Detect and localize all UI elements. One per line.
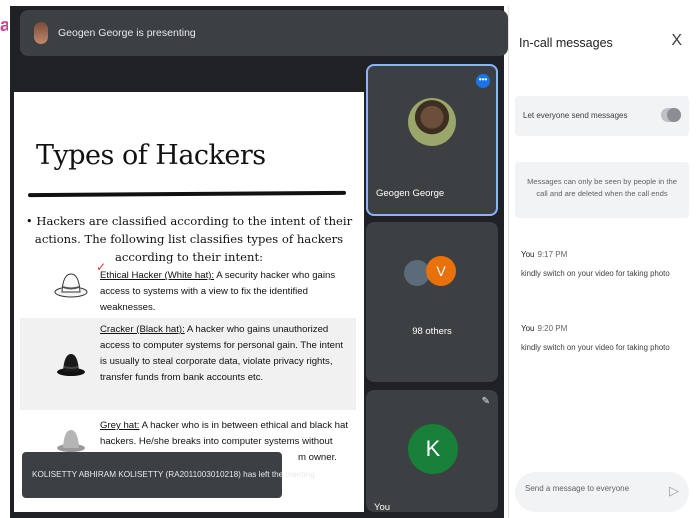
grey-hat-icon bbox=[57, 430, 85, 452]
panel-title: In-call messages bbox=[519, 36, 613, 50]
presenter-bar[interactable]: Geogen George is presenting bbox=[20, 10, 508, 56]
self-initial-avatar: K bbox=[408, 424, 458, 474]
toggle-knob bbox=[667, 108, 681, 122]
hacker-item-white-hat: ✓ Ethical Hacker (White hat): A security… bbox=[20, 260, 356, 318]
pin-icon[interactable]: ✎ bbox=[482, 396, 490, 407]
message-header: You 9:20 PM bbox=[521, 324, 689, 333]
chat-message: You 9:17 PM kindly switch on your video f… bbox=[521, 250, 689, 278]
slide-divider bbox=[28, 190, 346, 198]
allow-messages-row: Let everyone send messages bbox=[515, 96, 689, 136]
edge-fragment: a bbox=[0, 15, 8, 35]
hacker-item-name: Grey hat: bbox=[100, 420, 140, 431]
presentation-slide: Types of Hackers • Hackers are classifie… bbox=[14, 92, 364, 512]
presenter-label: Geogen George is presenting bbox=[58, 27, 196, 39]
participant-tile-others[interactable]: V 98 others bbox=[366, 222, 498, 382]
allow-messages-label: Let everyone send messages bbox=[523, 111, 628, 120]
hacker-item-black-hat: Cracker (Black hat): A hacker who gains … bbox=[20, 318, 356, 410]
allow-messages-toggle[interactable] bbox=[661, 108, 681, 122]
slide-title: Types of Hackers bbox=[36, 140, 266, 171]
participant-initial-avatar: V bbox=[426, 256, 456, 286]
chat-message: You 9:20 PM kindly switch on your video f… bbox=[521, 324, 689, 352]
message-time: 9:17 PM bbox=[537, 250, 568, 259]
message-composer: ▷ bbox=[515, 472, 689, 512]
participant-avatar bbox=[408, 98, 456, 146]
self-name: You bbox=[374, 502, 391, 512]
close-button[interactable]: X bbox=[671, 32, 682, 50]
message-time: 9:20 PM bbox=[537, 324, 568, 333]
message-text: kindly switch on your video for taking p… bbox=[521, 269, 670, 278]
chat-panel: In-call messages X Let everyone send mes… bbox=[508, 6, 694, 518]
others-count: 98 others bbox=[412, 326, 452, 337]
participant-name: Geogen George bbox=[376, 188, 445, 199]
message-text: kindly switch on your video for taking p… bbox=[521, 343, 670, 352]
chat-info-notice: Messages can only be seen by people in t… bbox=[515, 162, 689, 218]
presenter-avatar bbox=[34, 22, 48, 44]
hacker-item-name: Ethical Hacker (White hat): bbox=[100, 270, 215, 281]
message-sender: You bbox=[521, 324, 535, 333]
send-icon[interactable]: ▷ bbox=[669, 483, 679, 499]
message-header: You 9:17 PM bbox=[521, 250, 689, 259]
participant-tile-self[interactable]: ✎ K You bbox=[366, 390, 498, 512]
black-hat-icon bbox=[57, 354, 85, 376]
left-meeting-toast: KOLISETTY ABHIRAM KOLISETTY (RA201100301… bbox=[22, 452, 315, 498]
hacker-item-text: Ethical Hacker (White hat): A security h… bbox=[100, 268, 350, 316]
white-hat-icon bbox=[54, 273, 88, 298]
participant-tile-presenter[interactable]: ••• Geogen George bbox=[366, 64, 498, 216]
slide-intro: • Hackers are classified according to th… bbox=[25, 214, 353, 264]
message-sender: You bbox=[521, 250, 535, 259]
hacker-item-text: Cracker (Black hat): A hacker who gains … bbox=[100, 322, 350, 386]
hacker-item-tail: m owner. bbox=[298, 452, 337, 463]
hacker-item-name: Cracker (Black hat): bbox=[100, 324, 185, 335]
message-input[interactable] bbox=[525, 484, 655, 493]
more-vert-icon[interactable]: ••• bbox=[476, 74, 490, 88]
